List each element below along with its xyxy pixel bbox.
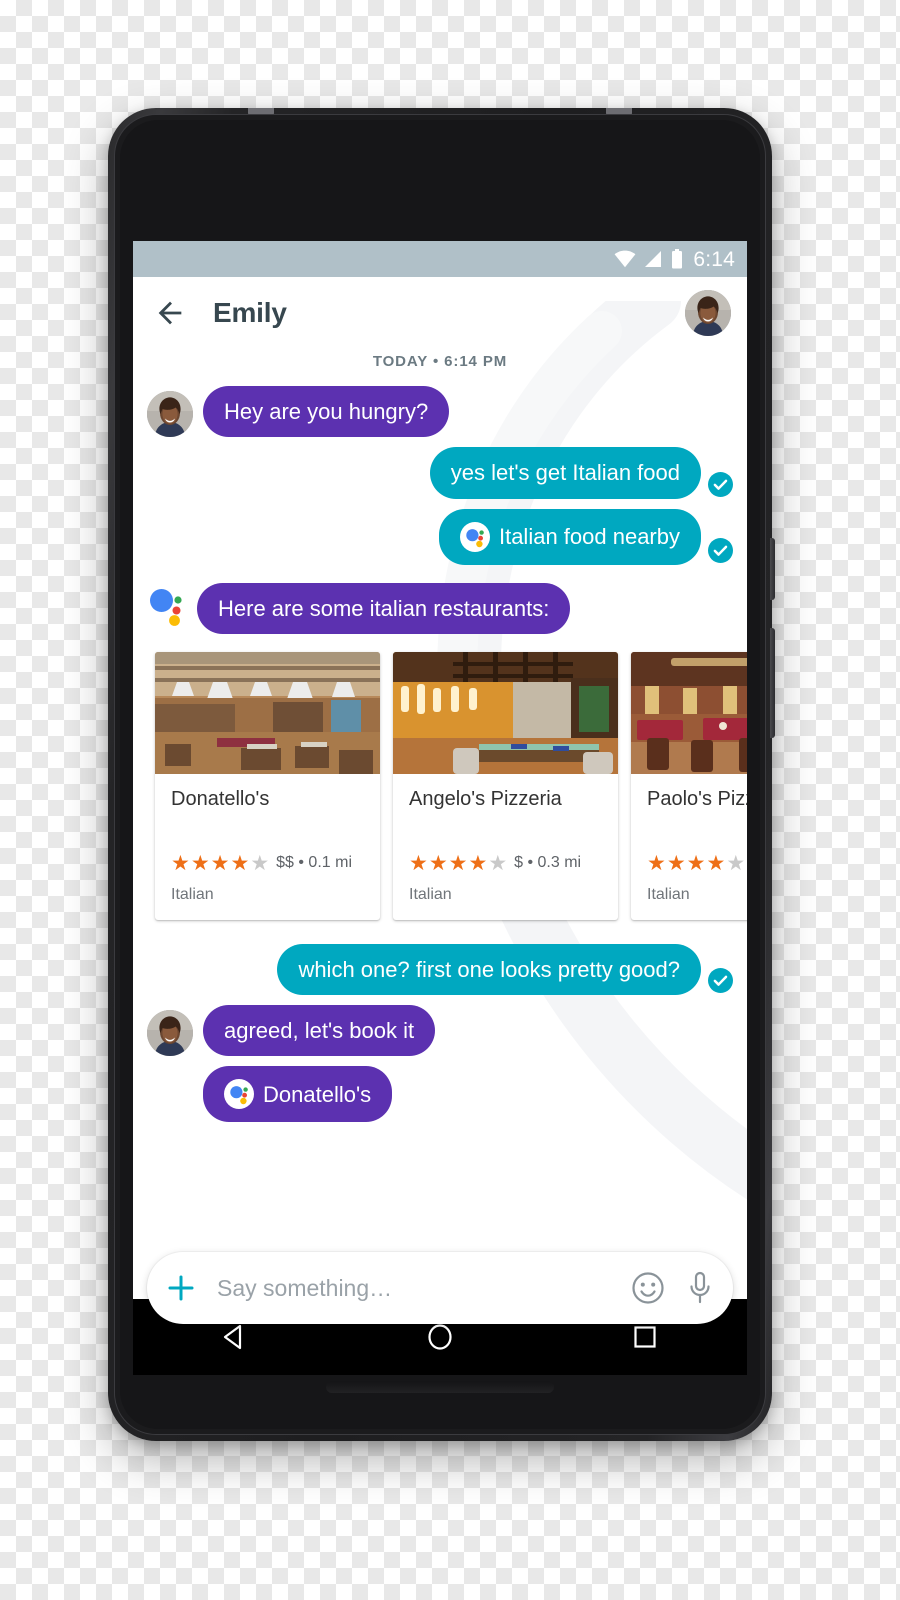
avatar[interactable]: [685, 290, 731, 336]
power-button[interactable]: [770, 538, 775, 600]
restaurant-cuisine: Italian: [647, 885, 690, 903]
star-icon: ★: [171, 851, 190, 875]
page-title: Emily: [213, 297, 287, 328]
restaurant-rating-row: ★ ★ ★ ★ ★ $$ • 0.1 mi: [171, 853, 364, 874]
restaurant-photo: [393, 651, 618, 774]
restaurant-card-body: Donatello's ★ ★ ★ ★ ★ $$ • 0.1 mi Italia…: [155, 774, 380, 920]
phone-screen: 6:14 Emily TODAY • 6:14 PM Hey are you h…: [133, 241, 747, 1336]
chat-header: Emily: [133, 277, 747, 349]
delivered-check-icon: [708, 471, 733, 497]
star-icon: ★: [448, 851, 468, 875]
chat-bubble-text: agreed, let's book it: [224, 1018, 415, 1044]
restaurant-rating-row: ★ ★ ★ ★ ★: [647, 853, 747, 874]
star-icon: ★: [686, 851, 706, 875]
star-icon: ★: [190, 851, 210, 875]
message-list: Hey are you hungry? yes let's get Italia…: [133, 386, 747, 634]
restaurant-card-body: Angelo's Pizzeria ★ ★ ★ ★ ★ $ • 0.3 mi I…: [393, 774, 618, 920]
emoji-icon[interactable]: [631, 1271, 665, 1305]
star-icon-empty: ★: [250, 851, 270, 875]
chat-bubble-text: yes let's get Italian food: [450, 460, 680, 486]
message-row-outgoing: Italian food nearby: [147, 508, 733, 565]
star-icon-empty: ★: [726, 851, 746, 875]
star-icon: ★: [409, 851, 428, 875]
restaurant-name: Angelo's Pizzeria: [409, 787, 562, 810]
wifi-icon: [614, 250, 636, 268]
restaurant-photo: [631, 651, 747, 774]
chat-bubble-text: Here are some italian restaurants:: [218, 595, 550, 621]
bottom-speaker-grille: [326, 1381, 554, 1393]
star-icon: ★: [706, 851, 726, 875]
chat-bubble[interactable]: Here are some italian restaurants:: [197, 582, 571, 634]
chat-bubble[interactable]: which one? first one looks pretty good?: [277, 943, 701, 996]
restaurant-card-body: Paolo's Pizzeria ★ ★ ★ ★ ★ Italian: [631, 774, 747, 920]
back-arrow-icon[interactable]: [153, 296, 187, 330]
sender-avatar[interactable]: [147, 1010, 193, 1057]
chat-bubble-text: Donatello's: [263, 1081, 372, 1107]
chat-bubble-text: which one? first one looks pretty good?: [298, 956, 680, 982]
volume-button[interactable]: [770, 628, 775, 738]
star-rating: ★ ★ ★ ★ ★: [647, 853, 745, 874]
chat-bubble[interactable]: Italian food nearby: [438, 508, 701, 565]
restaurant-card[interactable]: Donatello's ★ ★ ★ ★ ★ $$ • 0.1 mi Italia…: [155, 651, 380, 920]
google-assistant-icon: [459, 521, 490, 552]
restaurant-cuisine: Italian: [171, 885, 214, 903]
nav-back-triangle-icon[interactable]: [218, 1320, 252, 1354]
star-icon: ★: [647, 851, 666, 875]
restaurant-name: Donatello's: [171, 787, 270, 810]
restaurant-photo: [155, 651, 380, 774]
nav-recents-square-icon[interactable]: [628, 1320, 662, 1354]
chat-bubble[interactable]: Donatello's: [203, 1066, 393, 1123]
chat-bubble[interactable]: yes let's get Italian food: [429, 447, 701, 499]
restaurant-price-distance: $$ • 0.1 mi: [276, 854, 352, 872]
message-row-incoming: Donatello's: [147, 1066, 733, 1123]
star-icon: ★: [230, 851, 250, 875]
google-assistant-icon: [224, 1079, 254, 1110]
nav-home-circle-icon[interactable]: [423, 1320, 457, 1354]
delivered-check-icon: [708, 968, 733, 994]
chat-bubble[interactable]: Hey are you hungry?: [203, 386, 450, 438]
restaurant-card[interactable]: Angelo's Pizzeria ★ ★ ★ ★ ★ $ • 0.3 mi I…: [393, 651, 618, 920]
battery-icon: [672, 249, 683, 269]
star-icon: ★: [666, 851, 686, 875]
star-icon-empty: ★: [488, 851, 508, 875]
message-composer[interactable]: [147, 1252, 733, 1324]
mic-icon[interactable]: [687, 1271, 713, 1305]
restaurant-card-carousel[interactable]: Donatello's ★ ★ ★ ★ ★ $$ • 0.1 mi Italia…: [133, 644, 747, 930]
message-row-assistant: Here are some italian restaurants:: [147, 582, 733, 634]
delivered-check-icon: [708, 537, 733, 563]
avatar-spacer: [147, 1076, 193, 1122]
cell-signal-icon: [645, 251, 662, 267]
star-icon: ★: [210, 851, 230, 875]
status-bar-time: 6:14: [693, 247, 735, 271]
message-row-outgoing: which one? first one looks pretty good?: [147, 943, 733, 996]
day-divider: TODAY • 6:14 PM: [372, 353, 508, 370]
message-list-after-cards: which one? first one looks pretty good?: [133, 943, 747, 1123]
chat-area: Emily TODAY • 6:14 PM Hey are you hungry…: [133, 277, 747, 1336]
phone-device: 6:14 Emily TODAY • 6:14 PM Hey are you h…: [108, 108, 775, 1441]
chat-bubble-text: Italian food nearby: [498, 523, 680, 549]
restaurant-price-distance: $ • 0.3 mi: [514, 854, 582, 872]
message-row-outgoing: yes let's get Italian food: [147, 447, 733, 499]
restaurant-card[interactable]: Paolo's Pizzeria ★ ★ ★ ★ ★ Italian: [631, 651, 747, 920]
search-input[interactable]: [217, 1274, 631, 1302]
plus-icon[interactable]: [165, 1272, 197, 1304]
chat-bubble-text: Hey are you hungry?: [224, 399, 429, 424]
status-bar: 6:14: [133, 241, 747, 277]
message-row-incoming: agreed, let's book it: [147, 1005, 733, 1057]
star-rating: ★ ★ ★ ★ ★: [171, 853, 269, 874]
star-icon: ★: [428, 851, 448, 875]
restaurant-rating-row: ★ ★ ★ ★ ★ $ • 0.3 mi: [409, 853, 602, 874]
star-rating: ★ ★ ★ ★ ★: [409, 853, 507, 874]
google-assistant-icon: [150, 588, 182, 626]
chat-bubble[interactable]: agreed, let's book it: [203, 1005, 436, 1057]
star-icon: ★: [468, 851, 488, 875]
restaurant-name: Paolo's Pizzeria: [647, 787, 747, 810]
sender-avatar[interactable]: [147, 391, 193, 438]
restaurant-cuisine: Italian: [409, 885, 452, 903]
message-row-incoming: Hey are you hungry?: [147, 386, 733, 438]
